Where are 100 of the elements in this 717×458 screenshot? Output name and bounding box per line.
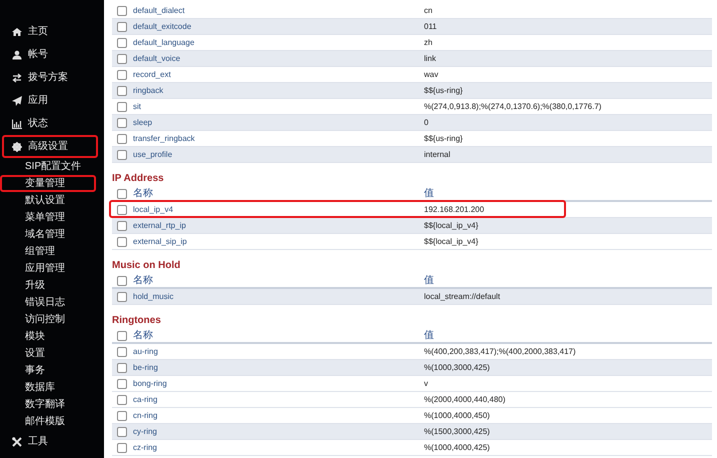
variable-value: local_stream://default [424,290,502,302]
variable-name: default_voice [133,52,182,64]
variable-name: au-ring [133,346,159,358]
checkbox[interactable] [117,86,127,96]
sidebar-subitem[interactable]: 应用管理 [0,260,96,277]
variable-name: default_language [133,36,196,48]
sidebar-item[interactable]: 工具 [2,430,98,453]
sidebar-subitem[interactable]: 升级 [0,277,96,294]
checkbox[interactable] [117,188,127,198]
user-icon [12,50,22,60]
variable-value: wav [424,68,440,80]
checkbox[interactable] [117,426,127,436]
variable-name: sit [133,100,142,112]
variable-value: internal [424,148,452,160]
variable-value: %(1500,3000,425) [424,426,491,438]
bar-chart-icon [12,118,22,128]
checkbox[interactable] [117,204,127,214]
sidebar-subitem[interactable]: 模块 [0,328,96,345]
checkbox[interactable] [117,118,127,128]
checkbox[interactable] [117,378,127,388]
checkbox[interactable] [117,276,127,286]
wrench-screwdriver-icon [12,436,22,446]
variable-value: %(1000,3000,425) [424,362,491,374]
checkbox[interactable] [117,362,127,372]
checkbox[interactable] [117,292,127,302]
column-header: 值 [424,274,435,288]
variable-name: transfer_ringback [133,132,196,144]
column-header: 名称 [133,274,154,288]
sidebar-subitem[interactable]: 默认设置 [0,192,96,209]
sidebar-subitem[interactable]: 访问控制 [0,311,96,328]
column-header: 名称 [133,329,154,343]
checkbox[interactable] [117,134,127,144]
variable-value: $${us-ring} [424,84,464,96]
column-header: 值 [424,187,435,201]
checkbox[interactable] [117,236,127,246]
variable-value: %(400,200,383,417);%(400,2000,383,417) [424,346,577,358]
checkbox[interactable] [117,330,127,340]
sidebar-item[interactable]: 应用 [2,89,98,112]
sidebar-subitem[interactable]: 变量管理 [0,175,96,192]
sidebar-item[interactable]: 拨号方案 [2,66,98,89]
variable-name: bong-ring [133,378,168,390]
swap-arrows-icon [12,72,22,82]
variable-name: external_sip_ip [133,236,188,248]
sidebar-subitem[interactable]: 错误日志 [0,294,96,311]
checkbox[interactable] [117,70,127,80]
sidebar-subitem[interactable]: 域名管理 [0,226,96,243]
checkbox[interactable] [117,6,127,16]
column-header: 值 [424,329,435,343]
variable-value: %(1000,4000,450) [424,410,491,422]
sidebar-subitem[interactable]: 邮件模版 [0,413,96,430]
checkbox[interactable] [117,220,127,230]
sidebar-subitem[interactable]: 事务 [0,362,96,379]
variable-name: ca-ring [133,394,158,406]
variable-name: cy-ring [133,426,158,438]
section-title: Music on Hold [112,259,182,273]
checkbox[interactable] [117,410,127,420]
checkbox[interactable] [117,150,127,160]
checkbox[interactable] [117,38,127,48]
variable-value: $${local_ip_v4} [424,220,480,232]
column-header: 名称 [133,187,154,201]
section-title: Ringtones [112,314,162,328]
paper-plane-icon [12,96,22,106]
variable-value: 0 [424,116,430,128]
variable-name: ringback [133,84,164,96]
variable-value: 192.168.201.200 [424,204,486,216]
variable-value: link [424,52,438,64]
variable-value: $${us-ring} [424,132,464,144]
variable-name: default_dialect [133,4,186,16]
checkbox[interactable] [117,442,127,452]
variable-name: local_ip_v4 [133,204,174,216]
variable-name: hold_music [133,290,174,302]
sidebar-subitem[interactable]: 设置 [0,345,96,362]
checkbox[interactable] [117,22,127,32]
variable-name: sleep [133,116,154,128]
variable-value: $${local_ip_v4} [424,236,480,248]
variable-value: %(2000,4000,440,480) [424,394,506,406]
variable-name: cz-ring [133,442,158,454]
variable-value: %(1000,4000,425) [424,442,491,454]
home-icon [12,26,22,36]
sidebar-item[interactable]: 帐号 [2,43,98,66]
variable-value: 011 [424,20,438,32]
variable-name: external_rtp_ip [133,220,187,232]
sidebar-item[interactable]: 高级设置 [2,135,98,158]
variable-name: be-ring [133,362,159,374]
sidebar-subitem[interactable]: SIP配置文件 [0,158,96,175]
sidebar-subitem[interactable]: 数据库 [0,379,96,396]
checkbox[interactable] [117,54,127,64]
variable-name: default_exitcode [133,20,192,32]
checkbox[interactable] [117,102,127,112]
sidebar-subitem[interactable]: 组管理 [0,243,96,260]
gear-icon [12,142,22,152]
variable-name: cn-ring [133,410,158,422]
variable-name: record_ext [133,68,172,80]
sidebar-subitem[interactable]: 数字翻译 [0,396,96,413]
checkbox[interactable] [117,394,127,404]
variable-value: cn [424,4,434,16]
checkbox[interactable] [117,346,127,356]
sidebar-item[interactable]: 状态 [2,112,98,135]
sidebar-subitem[interactable]: 菜单管理 [0,209,96,226]
sidebar-item[interactable]: 主页 [2,20,98,43]
